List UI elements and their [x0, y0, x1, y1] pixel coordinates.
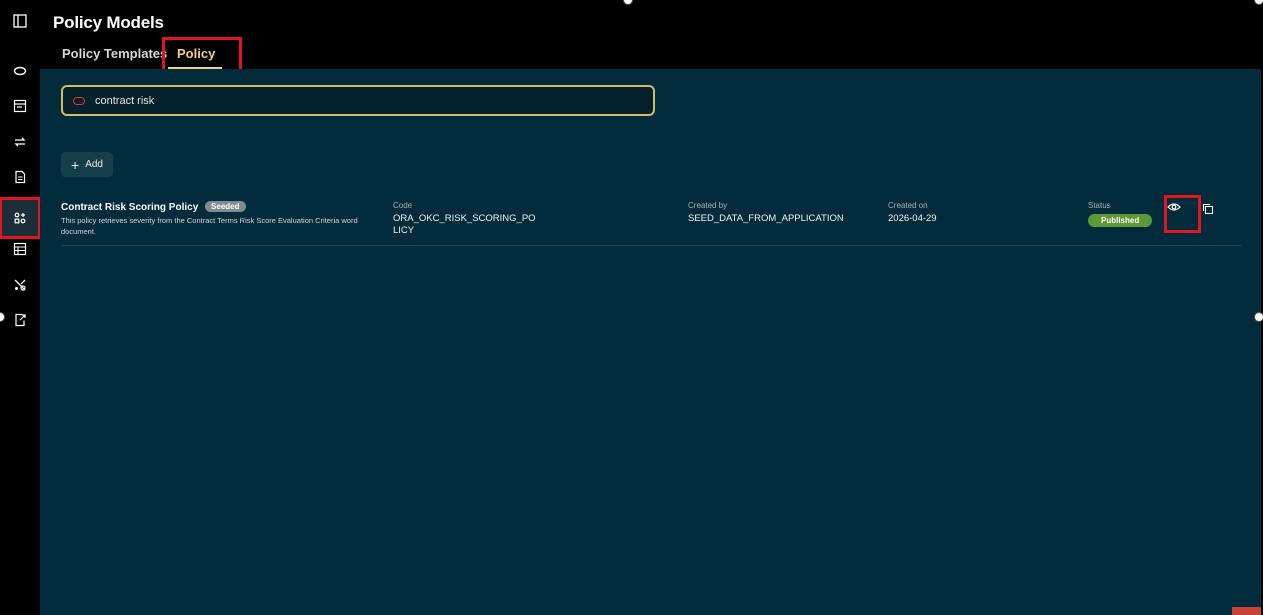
policy-name[interactable]: Contract Risk Scoring Policy: [61, 202, 198, 213]
policy-models-icon: [14, 212, 26, 224]
tools-icon: [14, 279, 26, 291]
inbox-icon: [13, 99, 27, 113]
policy-name-cell: Contract Risk Scoring Policy Seeded: [61, 201, 246, 213]
created-by-label: Created by: [688, 201, 728, 210]
sync-icon: [14, 137, 26, 147]
seeded-badge: Seeded: [205, 201, 246, 212]
status-label: Status: [1088, 201, 1111, 210]
rail-item-documents[interactable]: [0, 162, 40, 192]
created-on-cell: Created on 2026-04-29: [888, 201, 937, 225]
search-value: contract risk: [95, 94, 155, 107]
add-button[interactable]: + Add: [61, 152, 113, 177]
table-row[interactable]: Contract Risk Scoring Policy Seeded This…: [61, 198, 1241, 246]
main-panel: contract risk + Add Contract Risk Scorin…: [40, 69, 1261, 615]
rail-item-tools[interactable]: [0, 270, 40, 300]
policy-description: This policy retrieves severity from the …: [61, 216, 358, 236]
corner-tab[interactable]: [1232, 607, 1261, 615]
created-on-value: 2026-04-29: [888, 213, 937, 224]
rail-item-inbox[interactable]: [0, 91, 40, 121]
code-cell: Code ORA_OKC_RISK_SCORING_POLICY: [393, 201, 539, 237]
page-title: Policy Models: [53, 13, 164, 32]
created-by-value: SEED_DATA_FROM_APPLICATION: [688, 213, 844, 224]
copy-icon: [1202, 203, 1214, 215]
duplicate-button[interactable]: [1202, 202, 1214, 215]
rail-item-table[interactable]: [0, 234, 40, 264]
resize-handle-right[interactable]: [1254, 312, 1263, 322]
plus-icon: +: [71, 156, 80, 173]
tab-policy[interactable]: Policy: [177, 46, 215, 61]
add-button-label: Add: [85, 159, 103, 170]
status-badge: Published: [1088, 214, 1153, 227]
sidebar-toggle-icon: [13, 14, 27, 28]
rail-item-home[interactable]: [0, 56, 40, 86]
eye-icon: [1167, 203, 1181, 211]
view-button[interactable]: [1166, 200, 1182, 214]
rail-item-policy-models[interactable]: [0, 197, 41, 239]
document-icon: [15, 170, 26, 184]
export-icon: [15, 313, 26, 327]
created-on-label: Created on: [888, 201, 928, 210]
table-icon: [13, 242, 27, 256]
search-icon: [73, 96, 85, 105]
status-cell: Status Published: [1088, 201, 1153, 228]
rail-item-export[interactable]: [0, 305, 40, 335]
code-label: Code: [393, 201, 413, 210]
left-rail: [0, 0, 41, 615]
created-by-cell: Created by SEED_DATA_FROM_APPLICATION: [688, 201, 844, 225]
rail-item-sync[interactable]: [0, 127, 40, 157]
home-icon: [13, 66, 27, 76]
search-input[interactable]: contract risk: [61, 85, 655, 116]
code-value: ORA_OKC_RISK_SCORING_POLICY: [393, 213, 536, 236]
page-header: Policy Models Policy Templates Policy: [40, 0, 1263, 69]
sidebar-toggle-button[interactable]: [0, 6, 40, 36]
tab-policy-templates[interactable]: Policy Templates: [62, 46, 167, 61]
